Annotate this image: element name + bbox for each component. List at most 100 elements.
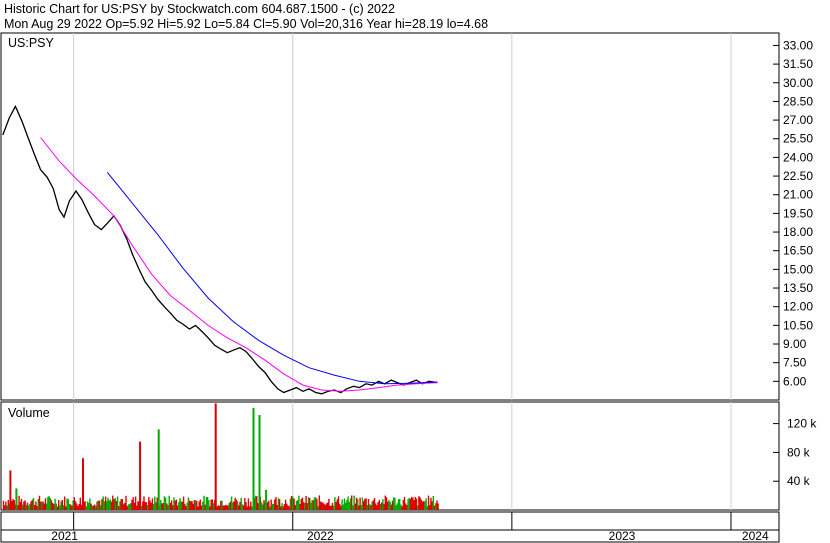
volume-bar (36, 506, 38, 510)
volume-panel: 120 k 80 k 40 k Volume (0, 401, 817, 511)
volume-bar (244, 498, 246, 510)
volume-bar (388, 500, 390, 510)
volume-bar (369, 504, 371, 510)
volume-bar (193, 500, 196, 510)
volume-bar (367, 499, 370, 510)
volume-bar (433, 505, 436, 510)
volume-bar (131, 499, 133, 510)
volume-bar (31, 499, 33, 510)
volume-bar (90, 503, 92, 510)
volume-spike-bar (258, 415, 261, 510)
volume-bar (382, 499, 384, 510)
volume-bar (77, 505, 79, 510)
volume-bar (418, 496, 420, 510)
volume-bar (192, 503, 194, 510)
volume-title: Volume (8, 406, 50, 420)
volume-bar (425, 498, 427, 510)
volume-bar (180, 501, 182, 510)
volume-bar (34, 505, 36, 510)
y-tick-label: 18.00 (783, 225, 813, 239)
volume-bar (98, 500, 101, 510)
volume-bar (232, 502, 234, 510)
volume-bar (322, 502, 324, 510)
volume-bar (341, 499, 343, 510)
volume-bar (385, 497, 388, 510)
y-tick-label: 7.50 (783, 356, 807, 370)
y-tick-label: 25.50 (783, 132, 813, 146)
volume-bar (336, 499, 338, 510)
volume-bar (319, 501, 322, 510)
volume-bar (161, 503, 163, 510)
volume-bar (197, 506, 199, 510)
volume-bar (307, 497, 310, 510)
volume-bar (92, 505, 95, 510)
volume-bar (421, 501, 424, 510)
y-tick-label: 21.00 (783, 188, 813, 202)
volume-bar (84, 501, 86, 510)
volume-bar (184, 503, 186, 510)
volume-bar (133, 502, 136, 510)
volume-bar (403, 496, 406, 510)
y-tick-label: 15.00 (783, 262, 813, 276)
volume-bar (230, 496, 233, 510)
volume-bar (48, 496, 50, 510)
volume-bar (246, 506, 248, 510)
volume-bar (309, 498, 311, 510)
volume-bar (387, 501, 389, 510)
volume-bar (272, 503, 275, 510)
volume-bar (5, 501, 7, 510)
volume-bar (271, 503, 274, 510)
volume-bar (126, 506, 128, 510)
volume-bar (19, 501, 21, 510)
volume-bar (173, 497, 175, 510)
volume-bar (409, 498, 412, 510)
volume-bar (196, 501, 198, 510)
volume-bar (294, 505, 296, 510)
volume-bar (351, 495, 353, 510)
volume-bar (300, 499, 302, 510)
volume-bar (420, 499, 422, 510)
volume-bar (400, 504, 402, 510)
volume-bar (437, 503, 439, 510)
volume-bar (140, 505, 143, 510)
volume-bar (311, 500, 313, 510)
volume-bar (298, 495, 300, 510)
volume-bar (391, 500, 394, 510)
volume-spike-bar (9, 470, 12, 510)
volume-bar (155, 502, 157, 510)
symbol-label: US:PSY (8, 36, 55, 50)
x-tick-label: 2023 (609, 529, 636, 543)
volume-bar (209, 506, 211, 510)
volume-bar (323, 503, 325, 510)
y-tick-label: 24.00 (783, 150, 813, 164)
volume-bar (12, 499, 14, 510)
volume-spike-bar (265, 489, 268, 510)
x-axis: 2021 2022 2023 2024 (0, 511, 780, 543)
volume-bar (38, 495, 41, 510)
volume-bar (247, 498, 250, 510)
volume-bar (152, 504, 155, 510)
volume-bar (26, 502, 29, 510)
volume-bar (30, 501, 32, 510)
volume-spike-bar (252, 407, 255, 510)
volume-bar (330, 505, 332, 510)
volume-bar (86, 501, 89, 510)
volume-bar (321, 502, 323, 510)
volume-bar (304, 503, 306, 510)
volume-bar (40, 501, 42, 510)
volume-panel-frame (0, 401, 780, 511)
x-tick-label: 2022 (307, 529, 334, 543)
volume-bar (333, 505, 335, 510)
volume-bar (22, 504, 24, 510)
volume-bar (347, 496, 349, 510)
volume-bar (268, 500, 270, 510)
volume-spike-bar (15, 488, 18, 510)
volume-spike-bar (157, 429, 160, 510)
volume-bar (132, 497, 134, 510)
volume-bar (316, 498, 318, 510)
volume-bar (399, 498, 401, 510)
y-tick-label: 28.50 (783, 94, 813, 108)
volume-bar (60, 501, 62, 510)
y-tick-label: 13.50 (783, 281, 813, 295)
volume-bar (220, 501, 222, 510)
